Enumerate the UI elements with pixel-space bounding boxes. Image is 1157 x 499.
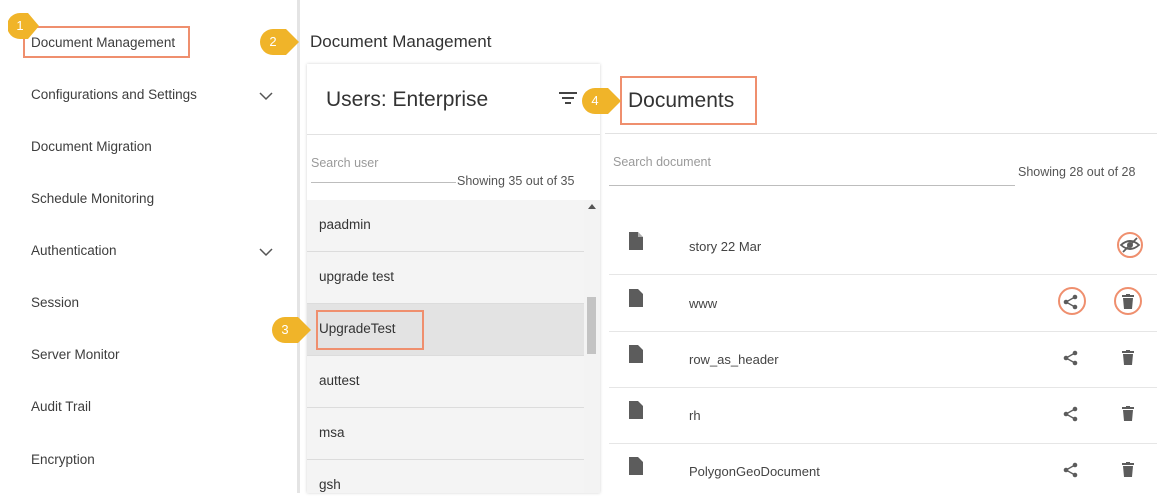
file-icon	[629, 232, 643, 250]
search-user-input[interactable]: Search user	[311, 156, 378, 170]
user-name: upgrade test	[319, 269, 395, 284]
documents-header-divider	[605, 133, 1157, 134]
chevron-down-icon[interactable]	[259, 91, 273, 101]
highlight-box-1	[23, 26, 190, 58]
users-count: Showing 35 out of 35	[457, 174, 575, 188]
documents-count: Showing 28 out of 28	[1018, 165, 1136, 179]
share-icon[interactable]	[1063, 406, 1079, 422]
user-name: msa	[319, 425, 345, 440]
users-title: Users: Enterprise	[326, 88, 489, 111]
document-name: rh	[689, 408, 701, 423]
documents-title: Documents	[628, 89, 735, 112]
user-row[interactable]: gsh	[307, 460, 584, 493]
user-row[interactable]: auttest	[307, 356, 584, 408]
sidebar-divider	[297, 0, 300, 493]
document-row[interactable]: row_as_header	[609, 331, 1157, 388]
search-document-underline	[609, 185, 1015, 186]
sidebar-item-encryption[interactable]: Encryption	[31, 452, 95, 467]
user-row[interactable]: paadmin	[307, 200, 584, 252]
sidebar-item-document-migration[interactable]: Document Migration	[31, 139, 152, 154]
users-panel-header: Users: Enterprise	[307, 64, 600, 135]
callout-3: 3	[271, 316, 311, 344]
search-document-input[interactable]: Search document	[613, 155, 711, 169]
document-row[interactable]: story 22 Mar	[609, 218, 1157, 275]
highlight-circle	[1058, 287, 1086, 315]
users-panel: Users: Enterprise Search user Showing 35…	[307, 64, 600, 493]
sidebar: Document Management Configurations and S…	[0, 0, 297, 493]
trash-icon[interactable]	[1122, 462, 1134, 477]
user-row[interactable]: upgrade test	[307, 252, 584, 304]
sidebar-item-session[interactable]: Session	[31, 295, 79, 310]
highlight-box-3	[316, 310, 424, 350]
file-icon	[629, 457, 643, 475]
filter-icon[interactable]	[559, 92, 579, 106]
user-name: paadmin	[319, 217, 371, 232]
document-name: row_as_header	[689, 352, 779, 367]
search-user-underline	[311, 182, 456, 183]
document-row[interactable]: rh	[609, 387, 1157, 444]
sidebar-item-schedule-monitoring[interactable]: Schedule Monitoring	[31, 191, 154, 206]
document-row[interactable]: PolygonGeoDocument	[609, 443, 1157, 499]
document-row[interactable]: www	[609, 275, 1157, 332]
callout-4: 4	[581, 87, 621, 115]
sidebar-item-authentication[interactable]: Authentication	[31, 243, 117, 258]
callout-2: 2	[259, 28, 299, 56]
sidebar-item-server-monitor[interactable]: Server Monitor	[31, 347, 120, 362]
user-name: gsh	[319, 477, 341, 492]
user-list-scrollbar[interactable]	[584, 200, 600, 493]
share-icon[interactable]	[1063, 350, 1079, 366]
trash-icon[interactable]	[1122, 406, 1134, 421]
highlight-circle	[1117, 232, 1143, 258]
file-icon	[629, 345, 643, 363]
sidebar-item-audit-trail[interactable]: Audit Trail	[31, 399, 91, 414]
document-name: story 22 Mar	[689, 239, 762, 254]
sidebar-item-configurations-and-settings[interactable]: Configurations and Settings	[31, 87, 197, 102]
document-name: PolygonGeoDocument	[689, 464, 820, 479]
file-icon	[629, 401, 643, 419]
user-name: auttest	[319, 373, 360, 388]
scroll-up-arrow-icon[interactable]	[588, 204, 596, 209]
highlight-circle	[1114, 287, 1142, 315]
user-row[interactable]: msa	[307, 408, 584, 460]
callout-1: 1	[8, 12, 39, 40]
share-icon[interactable]	[1063, 462, 1079, 478]
document-name: www	[689, 296, 718, 311]
file-icon	[629, 289, 643, 307]
chevron-down-icon[interactable]	[259, 247, 273, 257]
trash-icon[interactable]	[1122, 350, 1134, 365]
page-title: Document Management	[310, 32, 492, 51]
scroll-thumb[interactable]	[587, 297, 596, 354]
